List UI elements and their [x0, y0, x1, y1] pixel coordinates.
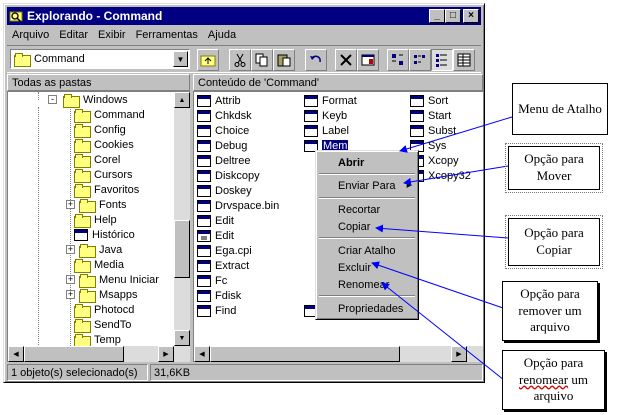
callout-renomear-word: renomear — [519, 371, 569, 387]
callout-remover: Opção para remover um arquivo — [502, 281, 598, 341]
callout-renomear: Opção para renomear um arquivo — [502, 350, 605, 410]
callout-renomear-pre: Opção para — [523, 354, 584, 370]
arrow-rename — [381, 282, 505, 381]
arrow-menu — [399, 116, 513, 153]
arrow-delete — [371, 261, 507, 310]
arrow-copy — [375, 224, 509, 239]
callout-copiar: Opção para Copiar — [505, 215, 603, 269]
arrow-move — [403, 165, 509, 186]
callout-mover: Opção para Mover — [505, 143, 603, 193]
callout-menu-de-atalho: Menu de Atalho — [512, 83, 608, 135]
